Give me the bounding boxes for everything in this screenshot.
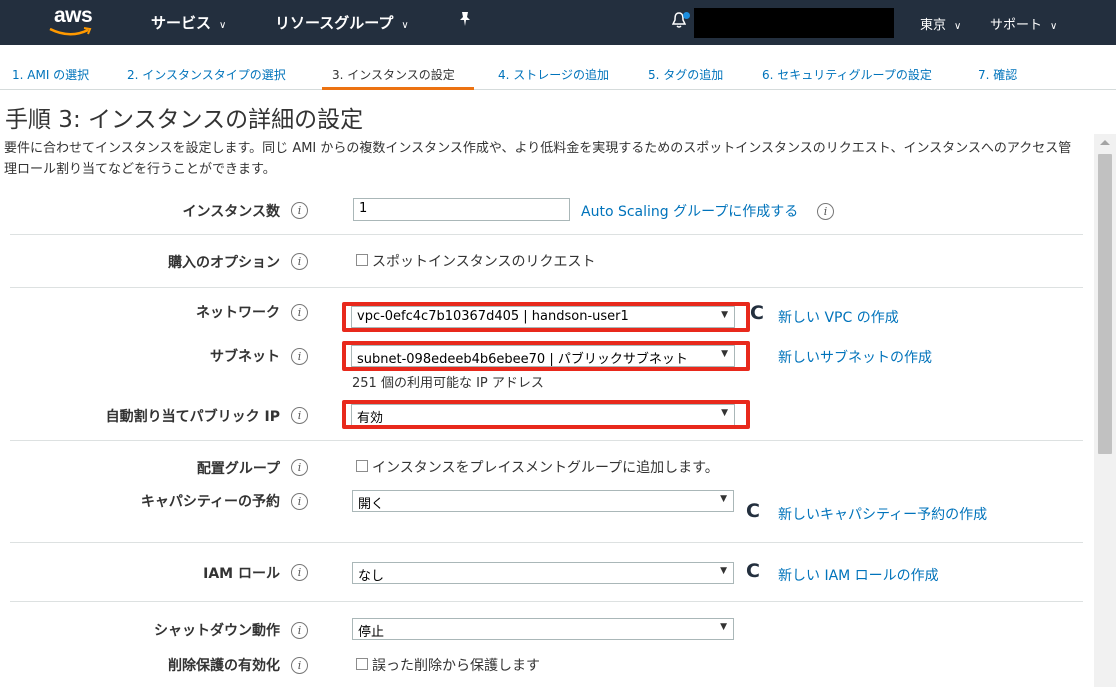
info-icon[interactable]: i [291, 348, 308, 365]
dropdown-arrow-icon: ▼ [720, 494, 727, 504]
placement-group-label: 配置グループ [196, 461, 280, 477]
row-divider [10, 440, 1083, 441]
capacity-reservation-select-value: 開く [358, 497, 385, 512]
highlight-box-subnet [342, 341, 750, 371]
create-auto-scaling-group-link[interactable]: Auto Scaling グループに作成する [581, 201, 798, 221]
vertical-scrollbar[interactable] [1094, 134, 1116, 687]
placement-group-checkbox[interactable] [356, 460, 368, 472]
available-ip-hint: 251 個の利用可能な IP アドレス [352, 376, 544, 391]
chevron-down-icon: ∨ [954, 21, 962, 32]
row-divider [10, 601, 1083, 602]
chevron-down-icon: ∨ [401, 20, 409, 31]
region-menu-label: 東京 [920, 18, 947, 33]
redacted-account-name [694, 8, 894, 38]
top-nav-bar: aws サービス ∨ リソースグループ ∨ 東京 ∨ サポート ∨ [0, 0, 1116, 45]
create-vpc-link[interactable]: 新しい VPC の作成 [778, 307, 899, 327]
support-menu[interactable]: サポート ∨ [990, 14, 1057, 33]
iam-role-select[interactable]: なし ▼ [352, 562, 734, 584]
subnet-label: サブネット [210, 349, 280, 365]
auto-public-ip-label: 自動割り当てパブリック IP [105, 409, 280, 425]
create-capacity-reservation-link[interactable]: 新しいキャパシティー予約の作成 [778, 504, 987, 524]
info-icon[interactable]: i [291, 459, 308, 476]
capacity-reservation-label: キャパシティーの予約 [140, 494, 280, 510]
row-divider [10, 542, 1083, 543]
create-iam-role-link[interactable]: 新しい IAM ロールの作成 [778, 565, 939, 585]
info-icon[interactable]: i [291, 657, 308, 674]
instance-count-input[interactable]: 1 [353, 198, 570, 221]
refresh-icon[interactable]: C [746, 560, 760, 582]
step-choose-ami[interactable]: 1. AMI の選択 [12, 66, 89, 83]
page-description: 要件に合わせてインスタンスを設定します。同じ AMI からの複数インスタンス作成… [4, 141, 1072, 177]
scroll-up-arrow-icon[interactable] [1100, 140, 1110, 145]
page-title: 手順 3: インスタンスの詳細の設定 [5, 107, 364, 133]
info-icon[interactable]: i [291, 407, 308, 424]
step-security-group[interactable]: 6. セキュリティグループの設定 [762, 66, 932, 83]
spot-instance-checkbox[interactable] [356, 254, 368, 266]
step-choose-instance-type[interactable]: 2. インスタンスタイプの選択 [127, 66, 286, 83]
active-step-indicator [322, 87, 474, 90]
chevron-down-icon: ∨ [1050, 21, 1058, 32]
row-divider [10, 287, 1083, 288]
shutdown-behavior-label: シャットダウン動作 [154, 623, 280, 639]
services-menu[interactable]: サービス ∨ [151, 12, 226, 33]
chevron-down-icon: ∨ [219, 20, 227, 31]
support-menu-label: サポート [990, 18, 1043, 33]
aws-smile-icon [49, 27, 92, 36]
termination-protection-checkbox-label: 誤った削除から保護します [372, 658, 540, 674]
aws-logo[interactable]: aws [48, 4, 100, 40]
step-configure-instance[interactable]: 3. インスタンスの設定 [332, 66, 455, 83]
highlight-box-auto-public-ip [342, 400, 750, 429]
step-review[interactable]: 7. 確認 [978, 66, 1017, 83]
highlight-box-network [342, 302, 750, 332]
info-icon[interactable]: i [291, 202, 308, 219]
create-subnet-link[interactable]: 新しいサブネットの作成 [778, 347, 932, 367]
info-icon[interactable]: i [291, 564, 308, 581]
info-icon[interactable]: i [291, 253, 308, 270]
info-icon[interactable]: i [817, 203, 834, 220]
purchase-option-label: 購入のオプション [168, 255, 280, 271]
row-divider [10, 234, 1083, 235]
resource-groups-menu-label: リソースグループ [275, 14, 394, 32]
capacity-reservation-select[interactable]: 開く ▼ [352, 490, 734, 512]
step-add-storage[interactable]: 4. ストレージの追加 [498, 66, 609, 83]
network-label: ネットワーク [196, 305, 280, 321]
info-icon[interactable]: i [291, 304, 308, 321]
shutdown-behavior-select[interactable]: 停止 ▼ [352, 618, 734, 640]
placement-group-checkbox-label: インスタンスをプレイスメントグループに追加します。 [372, 460, 719, 476]
aws-logo-text: aws [54, 4, 93, 27]
wizard-steps: 1. AMI の選択 2. インスタンスタイプの選択 3. インスタンスの設定 … [0, 45, 1116, 90]
dropdown-arrow-icon: ▼ [720, 622, 727, 632]
iam-role-label: IAM ロール [203, 566, 280, 582]
info-icon[interactable]: i [291, 622, 308, 639]
notification-dot [683, 12, 690, 19]
iam-role-select-value: なし [358, 569, 385, 584]
refresh-icon[interactable]: C [750, 302, 764, 324]
info-icon[interactable]: i [291, 493, 308, 510]
refresh-icon[interactable]: C [746, 500, 760, 522]
shutdown-behavior-select-value: 停止 [358, 625, 385, 640]
termination-protection-checkbox[interactable] [356, 658, 368, 670]
spot-instance-checkbox-label: スポットインスタンスのリクエスト [372, 254, 596, 270]
resource-groups-menu[interactable]: リソースグループ ∨ [275, 12, 409, 33]
region-menu[interactable]: 東京 ∨ [920, 14, 961, 33]
instance-count-label: インスタンス数 [182, 204, 280, 220]
scrollbar-thumb[interactable] [1098, 154, 1112, 454]
step-add-tags[interactable]: 5. タグの追加 [648, 66, 723, 83]
pin-icon[interactable] [458, 11, 472, 31]
services-menu-label: サービス [151, 14, 212, 32]
dropdown-arrow-icon: ▼ [720, 566, 727, 576]
termination-protection-label: 削除保護の有効化 [168, 658, 280, 674]
